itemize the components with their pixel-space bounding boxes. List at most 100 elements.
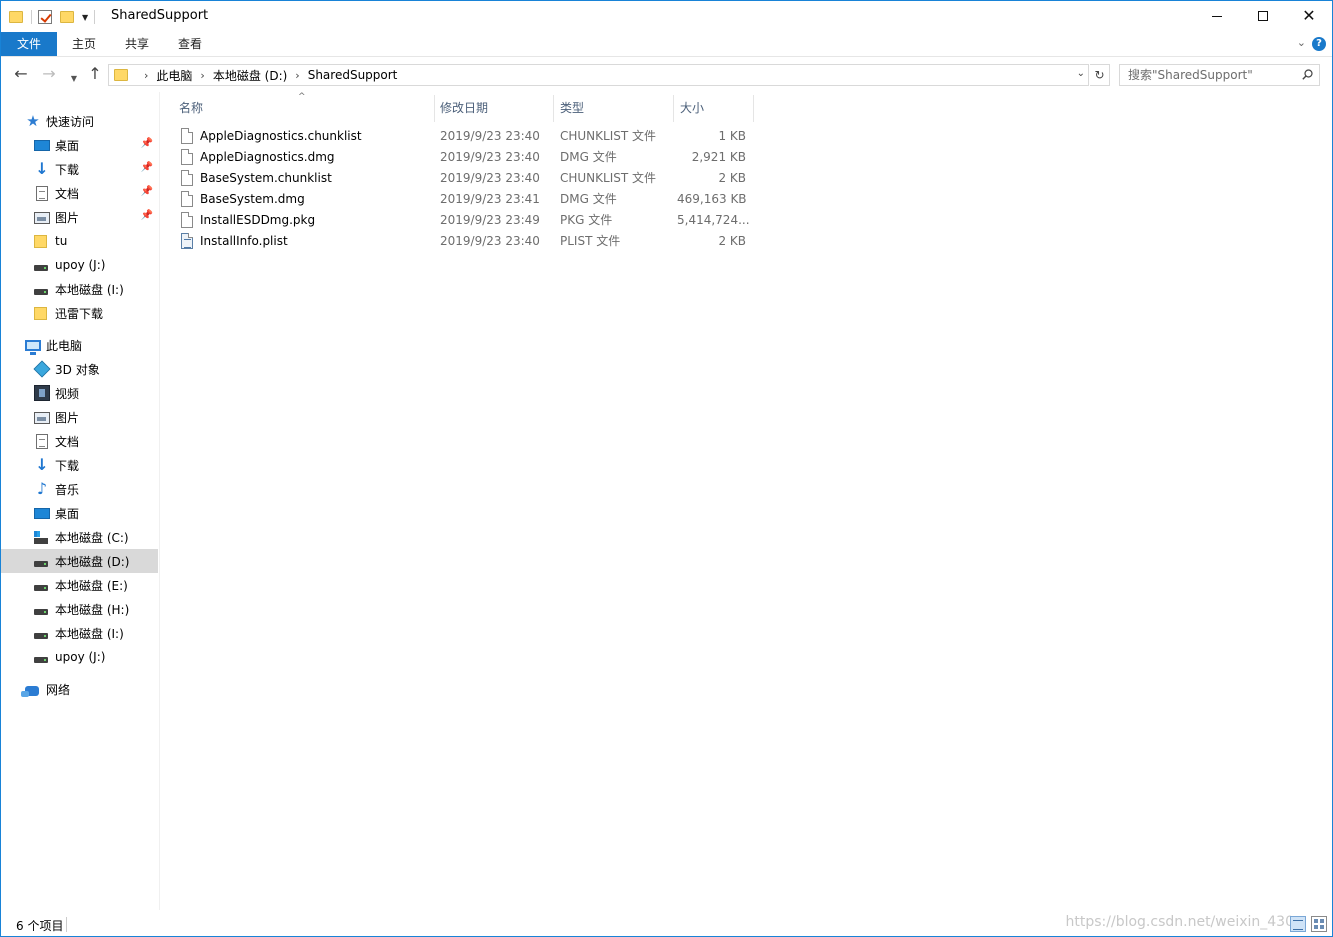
tab-home[interactable]: 主页	[61, 32, 107, 56]
nav-item-drive-i[interactable]: 本地磁盘 (I:)	[1, 277, 158, 301]
file-row[interactable]: InstallInfo.plist 2019/9/23 23:40 PLIST …	[177, 231, 757, 252]
address-history-chevron-icon[interactable]: ⌄	[1077, 68, 1085, 79]
recent-locations-chevron-icon[interactable]: ▼	[64, 70, 84, 88]
nav-item-drive-j[interactable]: upoy (J:)	[1, 645, 158, 669]
file-date: 2019/9/23 23:40	[440, 129, 540, 143]
file-date: 2019/9/23 23:49	[440, 213, 540, 227]
nav-label: 本地磁盘 (E:)	[55, 578, 128, 593]
nav-item-documents[interactable]: 文档 📌	[1, 181, 158, 205]
breadcrumb-chevron-icon[interactable]: ›	[144, 69, 148, 82]
nav-this-pc[interactable]: 此电脑	[1, 333, 158, 357]
nav-item-tu[interactable]: tu	[1, 229, 158, 253]
breadcrumb-this-pc[interactable]: 此电脑	[156, 67, 192, 84]
help-icon[interactable]: ?	[1312, 37, 1326, 51]
search-box[interactable]	[1119, 64, 1320, 86]
pin-icon[interactable]: 📌	[141, 210, 153, 221]
column-divider[interactable]	[753, 95, 754, 122]
item-count: 6 个项目	[16, 919, 64, 933]
new-folder-icon[interactable]	[60, 11, 74, 23]
nav-label: 3D 对象	[55, 362, 100, 377]
file-type: DMG 文件	[560, 192, 617, 206]
nav-item-music[interactable]: ♪ 音乐	[1, 477, 158, 501]
file-date: 2019/9/23 23:40	[440, 234, 540, 248]
nav-network[interactable]: 网络	[1, 677, 158, 701]
plist-file-icon	[181, 233, 193, 249]
refresh-icon[interactable]: ↻	[1090, 64, 1110, 86]
nav-item-drive-d[interactable]: 本地磁盘 (D:)	[1, 549, 158, 573]
system-drive-icon	[34, 530, 48, 544]
search-icon[interactable]	[1302, 69, 1313, 80]
nav-item-downloads[interactable]: ↓ 下载 📌	[1, 157, 158, 181]
column-header-name[interactable]: 名称	[179, 92, 434, 122]
minimize-button[interactable]	[1194, 1, 1240, 31]
breadcrumb-chevron-icon[interactable]: ›	[295, 69, 299, 82]
back-arrow-icon[interactable]: ←	[11, 65, 31, 83]
nav-item-drive-i[interactable]: 本地磁盘 (I:)	[1, 621, 158, 645]
column-header-date[interactable]: 修改日期	[440, 92, 553, 122]
pin-icon[interactable]: 📌	[141, 162, 153, 173]
column-header-type[interactable]: 类型	[560, 92, 673, 122]
pane-divider[interactable]	[159, 92, 160, 910]
properties-icon[interactable]	[38, 10, 52, 24]
column-header-label: 类型	[560, 100, 585, 115]
file-type: DMG 文件	[560, 150, 617, 164]
column-divider[interactable]	[553, 95, 554, 122]
nav-label: 文档	[55, 434, 80, 449]
picture-icon	[34, 412, 50, 424]
nav-item-xunlei-downloads[interactable]: 迅雷下载	[1, 301, 158, 325]
file-type: PKG 文件	[560, 213, 613, 227]
nav-item-drive-e[interactable]: 本地磁盘 (E:)	[1, 573, 158, 597]
expand-ribbon-chevron-icon[interactable]: ⌄	[1297, 36, 1306, 49]
file-name: InstallESDDmg.pkg	[200, 213, 316, 227]
nav-label: 本地磁盘 (H:)	[55, 602, 130, 617]
tab-view[interactable]: 查看	[167, 32, 213, 56]
tab-share[interactable]: 共享	[114, 32, 160, 56]
nav-label: 本地磁盘 (D:)	[55, 554, 130, 569]
nav-item-desktop[interactable]: 桌面	[1, 501, 158, 525]
close-button[interactable]: ✕	[1286, 1, 1332, 31]
file-row[interactable]: AppleDiagnostics.dmg 2019/9/23 23:40 DMG…	[177, 147, 757, 168]
forward-arrow-icon[interactable]: →	[39, 65, 59, 83]
file-row[interactable]: BaseSystem.chunklist 2019/9/23 23:40 CHU…	[177, 168, 757, 189]
nav-label: 图片	[55, 210, 80, 225]
nav-item-3d-objects[interactable]: 3D 对象	[1, 357, 158, 381]
large-icons-view-icon[interactable]	[1311, 916, 1327, 932]
nav-label: 视频	[55, 386, 80, 401]
column-divider[interactable]	[673, 95, 674, 122]
maximize-button[interactable]	[1240, 1, 1286, 31]
file-row[interactable]: BaseSystem.dmg 2019/9/23 23:41 DMG 文件 46…	[177, 189, 757, 210]
file-row[interactable]: AppleDiagnostics.chunklist 2019/9/23 23:…	[177, 126, 757, 147]
nav-item-videos[interactable]: 视频	[1, 381, 158, 405]
nav-item-drive-j[interactable]: upoy (J:)	[1, 253, 158, 277]
address-bar[interactable]: › 此电脑 › 本地磁盘 (D:) › SharedSupport ⌄	[108, 64, 1089, 86]
customize-toolbar-chevron-icon[interactable]: ▼	[82, 13, 88, 22]
search-input[interactable]	[1120, 65, 1290, 85]
file-name: BaseSystem.dmg	[200, 192, 305, 206]
column-header-label: 大小	[680, 100, 705, 115]
desktop-icon	[34, 508, 50, 519]
nav-item-drive-h[interactable]: 本地磁盘 (H:)	[1, 597, 158, 621]
drive-icon	[34, 584, 48, 591]
nav-item-desktop[interactable]: 桌面 📌	[1, 133, 158, 157]
up-arrow-icon[interactable]: ↑	[85, 65, 105, 83]
breadcrumb-current-folder[interactable]: SharedSupport	[308, 68, 398, 82]
column-header-size[interactable]: 大小	[680, 92, 753, 122]
breadcrumb-chevron-icon[interactable]: ›	[200, 69, 204, 82]
tab-file[interactable]: 文件	[1, 32, 57, 56]
nav-item-pictures[interactable]: 图片	[1, 405, 158, 429]
nav-item-documents[interactable]: 文档	[1, 429, 158, 453]
window-title: SharedSupport	[111, 8, 209, 23]
picture-icon	[34, 212, 50, 224]
breadcrumb-drive-d[interactable]: 本地磁盘 (D:)	[213, 67, 287, 84]
nav-item-pictures[interactable]: 图片 📌	[1, 205, 158, 229]
column-divider[interactable]	[434, 95, 435, 122]
nav-item-downloads[interactable]: ↓ 下载	[1, 453, 158, 477]
explorer-window: ▼ SharedSupport ✕ 文件 主页 共享 查看 ⌄ ? ← → ▼ …	[0, 0, 1333, 937]
pin-icon[interactable]: 📌	[141, 186, 153, 197]
file-row[interactable]: InstallESDDmg.pkg 2019/9/23 23:49 PKG 文件…	[177, 210, 757, 231]
nav-quick-access[interactable]: ★ 快速访问	[1, 109, 158, 133]
details-view-icon[interactable]	[1290, 916, 1306, 932]
file-date: 2019/9/23 23:40	[440, 150, 540, 164]
pin-icon[interactable]: 📌	[141, 138, 153, 149]
nav-item-drive-c[interactable]: 本地磁盘 (C:)	[1, 525, 158, 549]
